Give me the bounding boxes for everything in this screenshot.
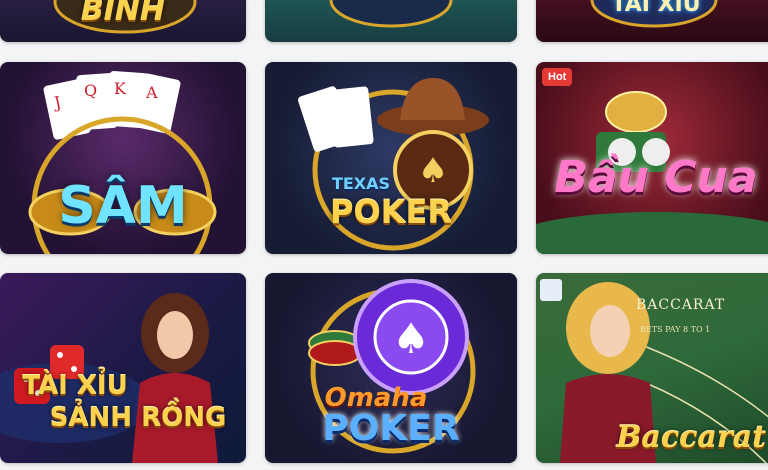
game-title: Baccarat <box>616 420 766 455</box>
game-tile-unknown[interactable] <box>265 0 517 42</box>
game-tile-binh[interactable]: BINH <box>0 0 246 42</box>
cowboy-hat-icon <box>377 78 489 136</box>
hot-badge: Hot <box>542 68 573 86</box>
game-title-bottom: SẢNH RỒNG <box>49 403 227 433</box>
game-tile-sam[interactable]: J Q K A SÂM <box>0 62 246 254</box>
game-title: BINH <box>80 0 166 28</box>
game-title: Bầu Cua <box>554 152 758 203</box>
game-tile-taixiu[interactable]: TÀI XỈU <box>536 0 768 42</box>
game-title-bottom: POKER <box>330 193 452 231</box>
svg-text:K: K <box>114 79 127 98</box>
game-tile-bau-cua[interactable]: Hot Bầu Cua <box>536 62 768 254</box>
game-title: SÂM <box>58 176 188 236</box>
table-heading: BACCARAT <box>636 297 726 313</box>
game-title: TÀI XỈU <box>611 0 701 17</box>
svg-text:Q: Q <box>84 81 97 100</box>
taixiu-sanh-rong-art <box>0 293 218 463</box>
game-tile-baccarat[interactable]: BACCARAT BETS PAY 8 TO 1 Baccarat <box>536 273 768 463</box>
game-tile-taixiu-sanh-rong[interactable]: TÀI XỈU SẢNH RỒNG <box>0 273 246 463</box>
table-art <box>329 0 453 28</box>
game-title-top: TEXAS <box>331 174 391 193</box>
game-title-bottom: POKER <box>322 408 460 449</box>
svg-text:A: A <box>145 83 158 102</box>
playing-cards-icon <box>298 86 374 152</box>
game-tile-omaha-poker[interactable]: ♠ Omaha POKER <box>265 273 517 463</box>
poker-chip-icon: ♠ <box>308 279 469 395</box>
game-tile-texas-poker[interactable]: ♠ TEXAS POKER <box>265 62 517 254</box>
svg-text:♠: ♠ <box>392 314 430 363</box>
table-subtext: BETS PAY 8 TO 1 <box>640 325 711 334</box>
game-title-top: TÀI XỈU <box>22 371 128 401</box>
